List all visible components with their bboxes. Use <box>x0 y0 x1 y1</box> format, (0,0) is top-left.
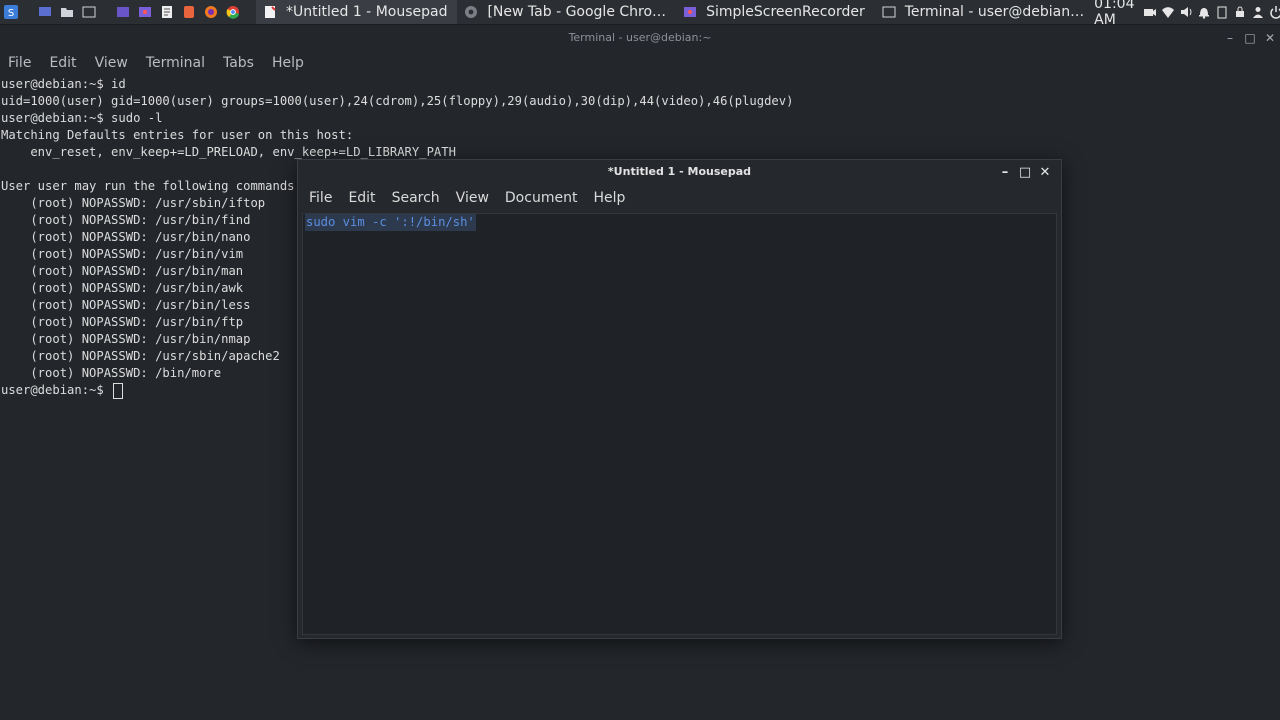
top-panel: S *Untitled 1 - Mousepad [New Tab - Goog… <box>0 0 1280 28</box>
terminal-prompt-line: user@debian:~$ <box>1 382 124 399</box>
mousepad-text-area[interactable]: sudo vim -c ':!/bin/sh' <box>302 213 1057 635</box>
terminal-launcher-icon[interactable] <box>82 4 96 20</box>
terminal-line: user@debian:~$ id <box>1 77 126 91</box>
menu-view[interactable]: View <box>95 55 128 71</box>
menu-file[interactable]: File <box>309 190 332 206</box>
terminal-line: (root) NOPASSWD: /usr/bin/ftp <box>1 315 244 329</box>
burp-launcher-icon[interactable] <box>182 4 196 20</box>
maximize-icon[interactable]: □ <box>1015 161 1035 185</box>
menu-view[interactable]: View <box>456 190 489 206</box>
firefox-icon[interactable] <box>204 4 218 20</box>
chrome-icon[interactable] <box>226 4 240 20</box>
menu-document[interactable]: Document <box>505 190 578 206</box>
terminal-line: Matching Defaults entries for user on th… <box>1 128 354 142</box>
screen-recorder-icon <box>682 4 698 20</box>
mousepad-titlebar[interactable]: *Untitled 1 - Mousepad – □ ✕ <box>298 160 1061 184</box>
user-icon[interactable] <box>1251 4 1265 20</box>
taskbar-item-mousepad[interactable]: *Untitled 1 - Mousepad <box>256 0 458 24</box>
taskbar-item-label: *Untitled 1 - Mousepad <box>286 4 448 20</box>
minimize-icon[interactable]: – <box>995 161 1015 185</box>
menu-help[interactable]: Help <box>272 55 304 71</box>
taskbar-item-chrome[interactable]: [New Tab - Google Chro… <box>457 0 676 24</box>
terminal-menubar: File Edit View Terminal Tabs Help <box>0 51 1280 75</box>
terminal-icon <box>881 4 897 20</box>
mousepad-icon <box>262 4 278 20</box>
terminal-prompt: user@debian:~$ <box>1 383 112 397</box>
menu-search[interactable]: Search <box>392 190 440 206</box>
minimize-icon[interactable]: – <box>1220 25 1240 51</box>
terminal-line: (root) NOPASSWD: /bin/more <box>1 366 222 380</box>
taskbar-item-label: [New Tab - Google Chro… <box>487 4 667 20</box>
camera-icon[interactable] <box>1143 4 1157 20</box>
file-manager-icon[interactable] <box>60 4 74 20</box>
terminal-line: (root) NOPASSWD: /usr/bin/awk <box>1 281 244 295</box>
text-editor-launcher-icon[interactable] <box>160 4 174 20</box>
screen-recorder-launcher-icon[interactable] <box>138 4 152 20</box>
terminal-line: (root) NOPASSWD: /usr/bin/find <box>1 213 251 227</box>
terminal-window-controls: – □ ✕ <box>1220 25 1280 51</box>
terminal-line: uid=1000(user) gid=1000(user) groups=100… <box>1 94 794 108</box>
mousepad-window[interactable]: *Untitled 1 - Mousepad – □ ✕ File Edit S… <box>297 159 1062 639</box>
show-desktop-icon[interactable] <box>38 4 52 20</box>
terminal-line: User user may run the following commands <box>1 179 295 193</box>
terminal-line: (root) NOPASSWD: /usr/bin/nano <box>1 230 251 244</box>
lock-icon[interactable] <box>1233 4 1247 20</box>
menu-help[interactable]: Help <box>593 190 625 206</box>
terminal-line: (root) NOPASSWD: /usr/bin/vim <box>1 247 244 261</box>
chrome-icon <box>463 4 479 20</box>
taskbar-item-label: Terminal - user@debian… <box>904 4 1085 20</box>
mousepad-menubar: File Edit Search View Document Help <box>298 184 1061 212</box>
launcher-app-icon[interactable] <box>116 4 130 20</box>
terminal-titlebar[interactable]: Terminal - user@debian:~ – □ ✕ <box>0 25 1280 51</box>
power-icon[interactable] <box>1269 4 1280 20</box>
menu-tabs[interactable]: Tabs <box>223 55 254 71</box>
menu-file[interactable]: File <box>8 55 31 71</box>
clipboard-icon[interactable] <box>1215 4 1229 20</box>
close-icon[interactable]: ✕ <box>1260 25 1280 51</box>
menu-edit[interactable]: Edit <box>49 55 76 71</box>
terminal-cursor <box>113 382 124 399</box>
terminal-line: (root) NOPASSWD: /usr/sbin/apache2 <box>1 349 280 363</box>
terminal-title: Terminal - user@debian:~ <box>568 31 712 44</box>
terminal-line: user@debian:~$ sudo -l <box>1 111 163 125</box>
terminal-line: (root) NOPASSWD: /usr/sbin/iftop <box>1 196 266 210</box>
svg-text:S: S <box>8 8 14 19</box>
selected-text[interactable]: sudo vim -c ':!/bin/sh' <box>305 214 476 231</box>
terminal-line: (root) NOPASSWD: /usr/bin/nmap <box>1 332 251 346</box>
taskbar-item-screen-recorder[interactable]: SimpleScreenRecorder <box>676 0 875 24</box>
close-icon[interactable]: ✕ <box>1035 161 1055 185</box>
terminal-line: (root) NOPASSWD: /usr/bin/less <box>1 298 251 312</box>
app-menu-icon[interactable]: S <box>4 4 18 20</box>
notifications-bell-icon[interactable] <box>1197 4 1211 20</box>
mousepad-title: *Untitled 1 - Mousepad <box>607 165 752 178</box>
menu-terminal[interactable]: Terminal <box>146 55 205 71</box>
taskbar-item-label: SimpleScreenRecorder <box>706 4 865 20</box>
maximize-icon[interactable]: □ <box>1240 25 1260 51</box>
volume-icon[interactable] <box>1179 4 1193 20</box>
mousepad-window-controls: – □ ✕ <box>995 160 1055 186</box>
clock[interactable]: 01:04 AM <box>1094 0 1134 28</box>
wifi-icon[interactable] <box>1161 4 1175 20</box>
terminal-line: (root) NOPASSWD: /usr/bin/man <box>1 264 244 278</box>
menu-edit[interactable]: Edit <box>348 190 375 206</box>
taskbar-item-terminal[interactable]: Terminal - user@debian… <box>875 0 1094 24</box>
